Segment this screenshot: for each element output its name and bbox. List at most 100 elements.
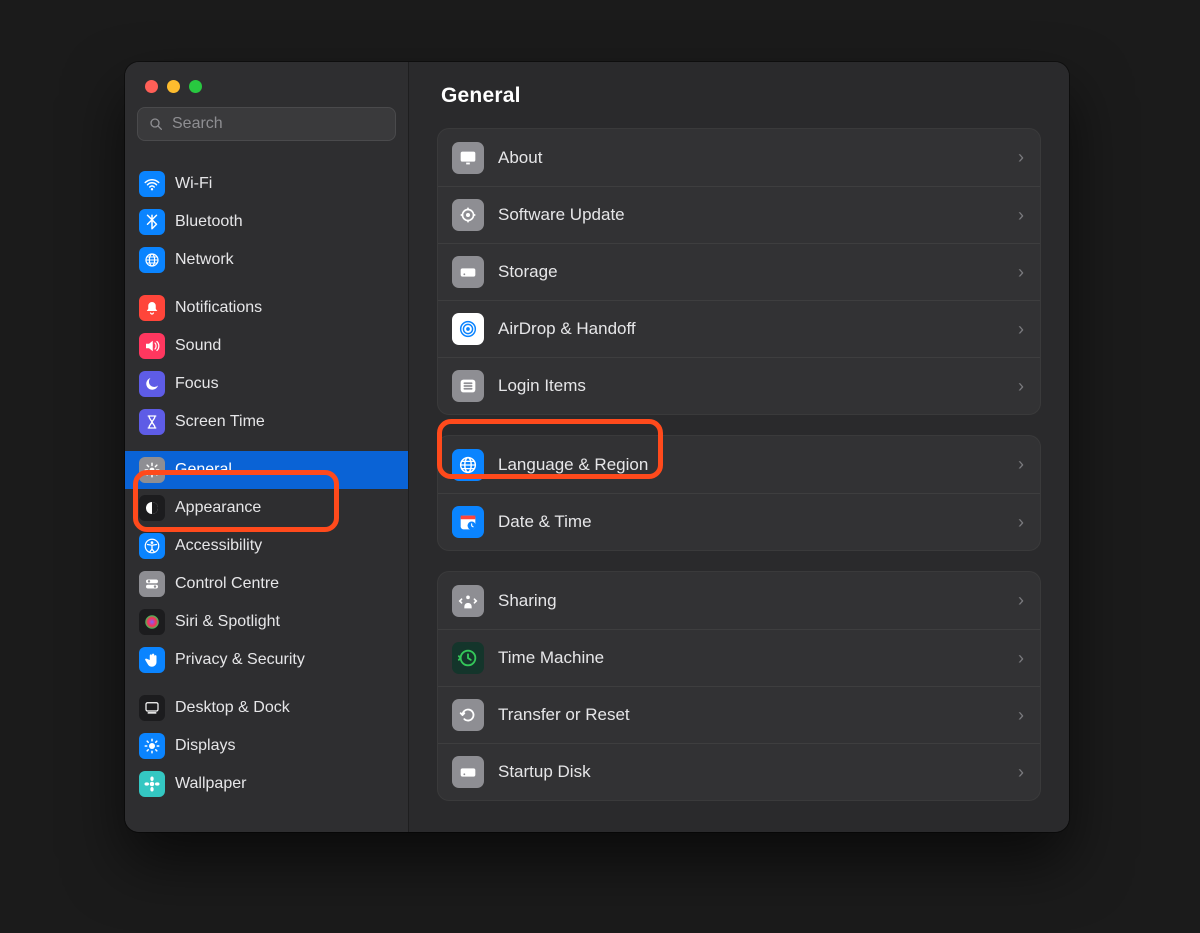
speaker-icon [143, 337, 161, 355]
wifi-icon [139, 171, 165, 197]
chevron-right-icon: › [1018, 147, 1024, 168]
drive-icon [457, 761, 479, 783]
wifi-icon [143, 175, 161, 193]
list-icon [452, 370, 484, 402]
settings-panel: Sharing›Time Machine› Transfer or Reset › S… [437, 571, 1041, 801]
list-icon [457, 375, 479, 397]
close-window-button[interactable] [145, 80, 158, 93]
switches-icon [139, 571, 165, 597]
settings-row-label: Storage [498, 262, 1004, 282]
bell-icon [143, 299, 161, 317]
zoom-window-button[interactable] [189, 80, 202, 93]
sidebar-item-screentime[interactable]: Screen Time [125, 403, 408, 441]
share-icon [452, 585, 484, 617]
sidebar-item-bluetooth[interactable]: Bluetooth [125, 203, 408, 241]
settings-row-login-items[interactable]: Login Items › [438, 357, 1040, 414]
calendar-clock-icon [452, 506, 484, 538]
chevron-right-icon: › [1018, 205, 1024, 226]
dock-icon [143, 699, 161, 717]
hand-icon [139, 647, 165, 673]
moon-icon [139, 371, 165, 397]
sidebar-item-general[interactable]: General [125, 451, 408, 489]
gear-badge-icon [457, 204, 479, 226]
settings-row-storage[interactable]: Storage › [438, 243, 1040, 300]
settings-row-label: Startup Disk [498, 762, 1004, 782]
sidebar-item-label: Screen Time [175, 413, 265, 431]
sidebar: Wi-Fi Bluetooth Network Notifications Sound F… [125, 62, 409, 832]
speaker-icon [139, 333, 165, 359]
settings-row-software-update[interactable]: Software Update › [438, 186, 1040, 243]
sidebar-item-accessibility[interactable]: Accessibility [125, 527, 408, 565]
settings-row-sharing[interactable]: Sharing› [438, 572, 1040, 629]
contrast-icon [143, 499, 161, 517]
sidebar-item-wallpaper[interactable]: Wallpaper [125, 765, 408, 803]
chevron-right-icon: › [1018, 376, 1024, 397]
drive-icon [452, 256, 484, 288]
hourglass-icon [143, 413, 161, 431]
contrast-icon [139, 495, 165, 521]
sidebar-item-label: Notifications [175, 299, 262, 317]
settings-row-date-time[interactable]: Date & Time› [438, 493, 1040, 550]
chevron-right-icon: › [1018, 319, 1024, 340]
sidebar-item-focus[interactable]: Focus [125, 365, 408, 403]
hand-icon [143, 651, 161, 669]
sidebar-item-desktop[interactable]: Desktop & Dock [125, 689, 408, 727]
sidebar-item-privacy[interactable]: Privacy & Security [125, 641, 408, 679]
share-icon [457, 590, 479, 612]
search-field[interactable] [137, 107, 396, 141]
chevron-right-icon: › [1018, 590, 1024, 611]
sidebar-item-displays[interactable]: Displays [125, 727, 408, 765]
sidebar-item-notifications[interactable]: Notifications [125, 289, 408, 327]
accessibility-icon [139, 533, 165, 559]
settings-row-label: Date & Time [498, 512, 1004, 532]
settings-row-transfer-reset[interactable]: Transfer or Reset › [438, 686, 1040, 743]
settings-row-label: Software Update [498, 205, 1004, 225]
settings-row-label: Language & Region [498, 455, 1004, 475]
reset-icon [457, 704, 479, 726]
settings-row-startup-disk[interactable]: Startup Disk› [438, 743, 1040, 800]
settings-row-language-region[interactable]: Language & Region› [438, 436, 1040, 493]
drive-icon [452, 756, 484, 788]
hourglass-icon [139, 409, 165, 435]
globe-icon [143, 251, 161, 269]
sidebar-item-label: Bluetooth [175, 213, 243, 231]
sidebar-item-siri[interactable]: Siri & Spotlight [125, 603, 408, 641]
settings-row-label: AirDrop & Handoff [498, 319, 1004, 339]
settings-row-label: Transfer or Reset [498, 705, 1004, 725]
search-input[interactable] [172, 115, 385, 133]
bluetooth-icon [143, 213, 161, 231]
gear-badge-icon [452, 199, 484, 231]
sidebar-item-label: General [175, 461, 232, 479]
bell-icon [139, 295, 165, 321]
sidebar-item-wifi[interactable]: Wi-Fi [125, 165, 408, 203]
sidebar-item-controlcentre[interactable]: Control Centre [125, 565, 408, 603]
accessibility-icon [143, 537, 161, 555]
search-icon [148, 116, 164, 132]
sidebar-item-label: Desktop & Dock [175, 699, 290, 717]
settings-row-label: About [498, 148, 1004, 168]
sun-icon [139, 733, 165, 759]
settings-row-time-machine[interactable]: Time Machine› [438, 629, 1040, 686]
minimize-window-button[interactable] [167, 80, 180, 93]
settings-row-label: Login Items [498, 376, 1004, 396]
sidebar-item-label: Accessibility [175, 537, 262, 555]
monitor-icon [457, 147, 479, 169]
settings-panel: Language & Region›Date & Time› [437, 435, 1041, 551]
sidebar-item-label: Wi-Fi [175, 175, 212, 193]
settings-row-about[interactable]: About › [438, 129, 1040, 186]
settings-panel: About›Software Update›Storage›AirDrop & … [437, 128, 1041, 415]
sidebar-item-label: Focus [175, 375, 219, 393]
chevron-right-icon: › [1018, 705, 1024, 726]
drive-icon [457, 261, 479, 283]
airdrop-icon [457, 318, 479, 340]
flower-icon [143, 775, 161, 793]
chevron-right-icon: › [1018, 262, 1024, 283]
settings-row-airdrop[interactable]: AirDrop & Handoff › [438, 300, 1040, 357]
airdrop-icon [452, 313, 484, 345]
sidebar-item-label: Siri & Spotlight [175, 613, 280, 631]
sidebar-item-appearance[interactable]: Appearance [125, 489, 408, 527]
timemachine-icon [457, 647, 479, 669]
sidebar-item-network[interactable]: Network [125, 241, 408, 279]
sidebar-item-sound[interactable]: Sound [125, 327, 408, 365]
siri-icon [139, 609, 165, 635]
